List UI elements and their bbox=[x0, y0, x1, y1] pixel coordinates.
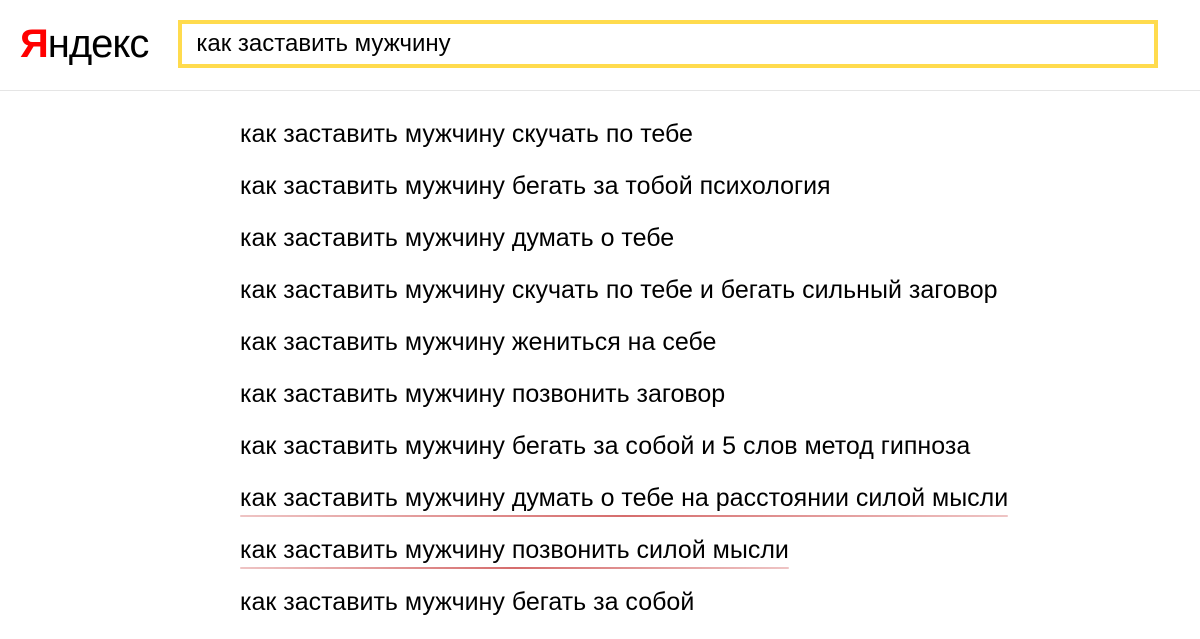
suggestion-item[interactable]: как заставить мужчину позвонить заговор bbox=[240, 379, 725, 409]
yandex-logo[interactable]: Яндекс bbox=[20, 22, 148, 67]
suggestion-item[interactable]: как заставить мужчину скучать по тебе и … bbox=[240, 275, 998, 305]
logo-first-char: Я bbox=[20, 22, 48, 66]
suggestion-item[interactable]: как заставить мужчину думать о тебе на р… bbox=[240, 483, 1008, 513]
suggestion-item[interactable]: как заставить мужчину скучать по тебе bbox=[240, 119, 693, 149]
logo-rest: ндекс bbox=[48, 22, 149, 66]
suggestion-item[interactable]: как заставить мужчину думать о тебе bbox=[240, 223, 674, 253]
search-input[interactable] bbox=[182, 24, 1154, 64]
header-divider bbox=[0, 90, 1200, 91]
suggestion-item[interactable]: как заставить мужчину бегать за собой и … bbox=[240, 431, 970, 461]
suggestion-item[interactable]: как заставить мужчину жениться на себе bbox=[240, 327, 716, 357]
suggestion-item[interactable]: как заставить мужчину бегать за собой bbox=[240, 587, 694, 617]
search-box bbox=[178, 20, 1158, 68]
suggestions-list: как заставить мужчину скучать по тебе как… bbox=[240, 119, 1200, 639]
suggestion-item[interactable]: как заставить мужчину бегать за тобой пс… bbox=[240, 171, 831, 201]
suggestion-item[interactable]: как заставить мужчину позвонить силой мы… bbox=[240, 535, 789, 565]
